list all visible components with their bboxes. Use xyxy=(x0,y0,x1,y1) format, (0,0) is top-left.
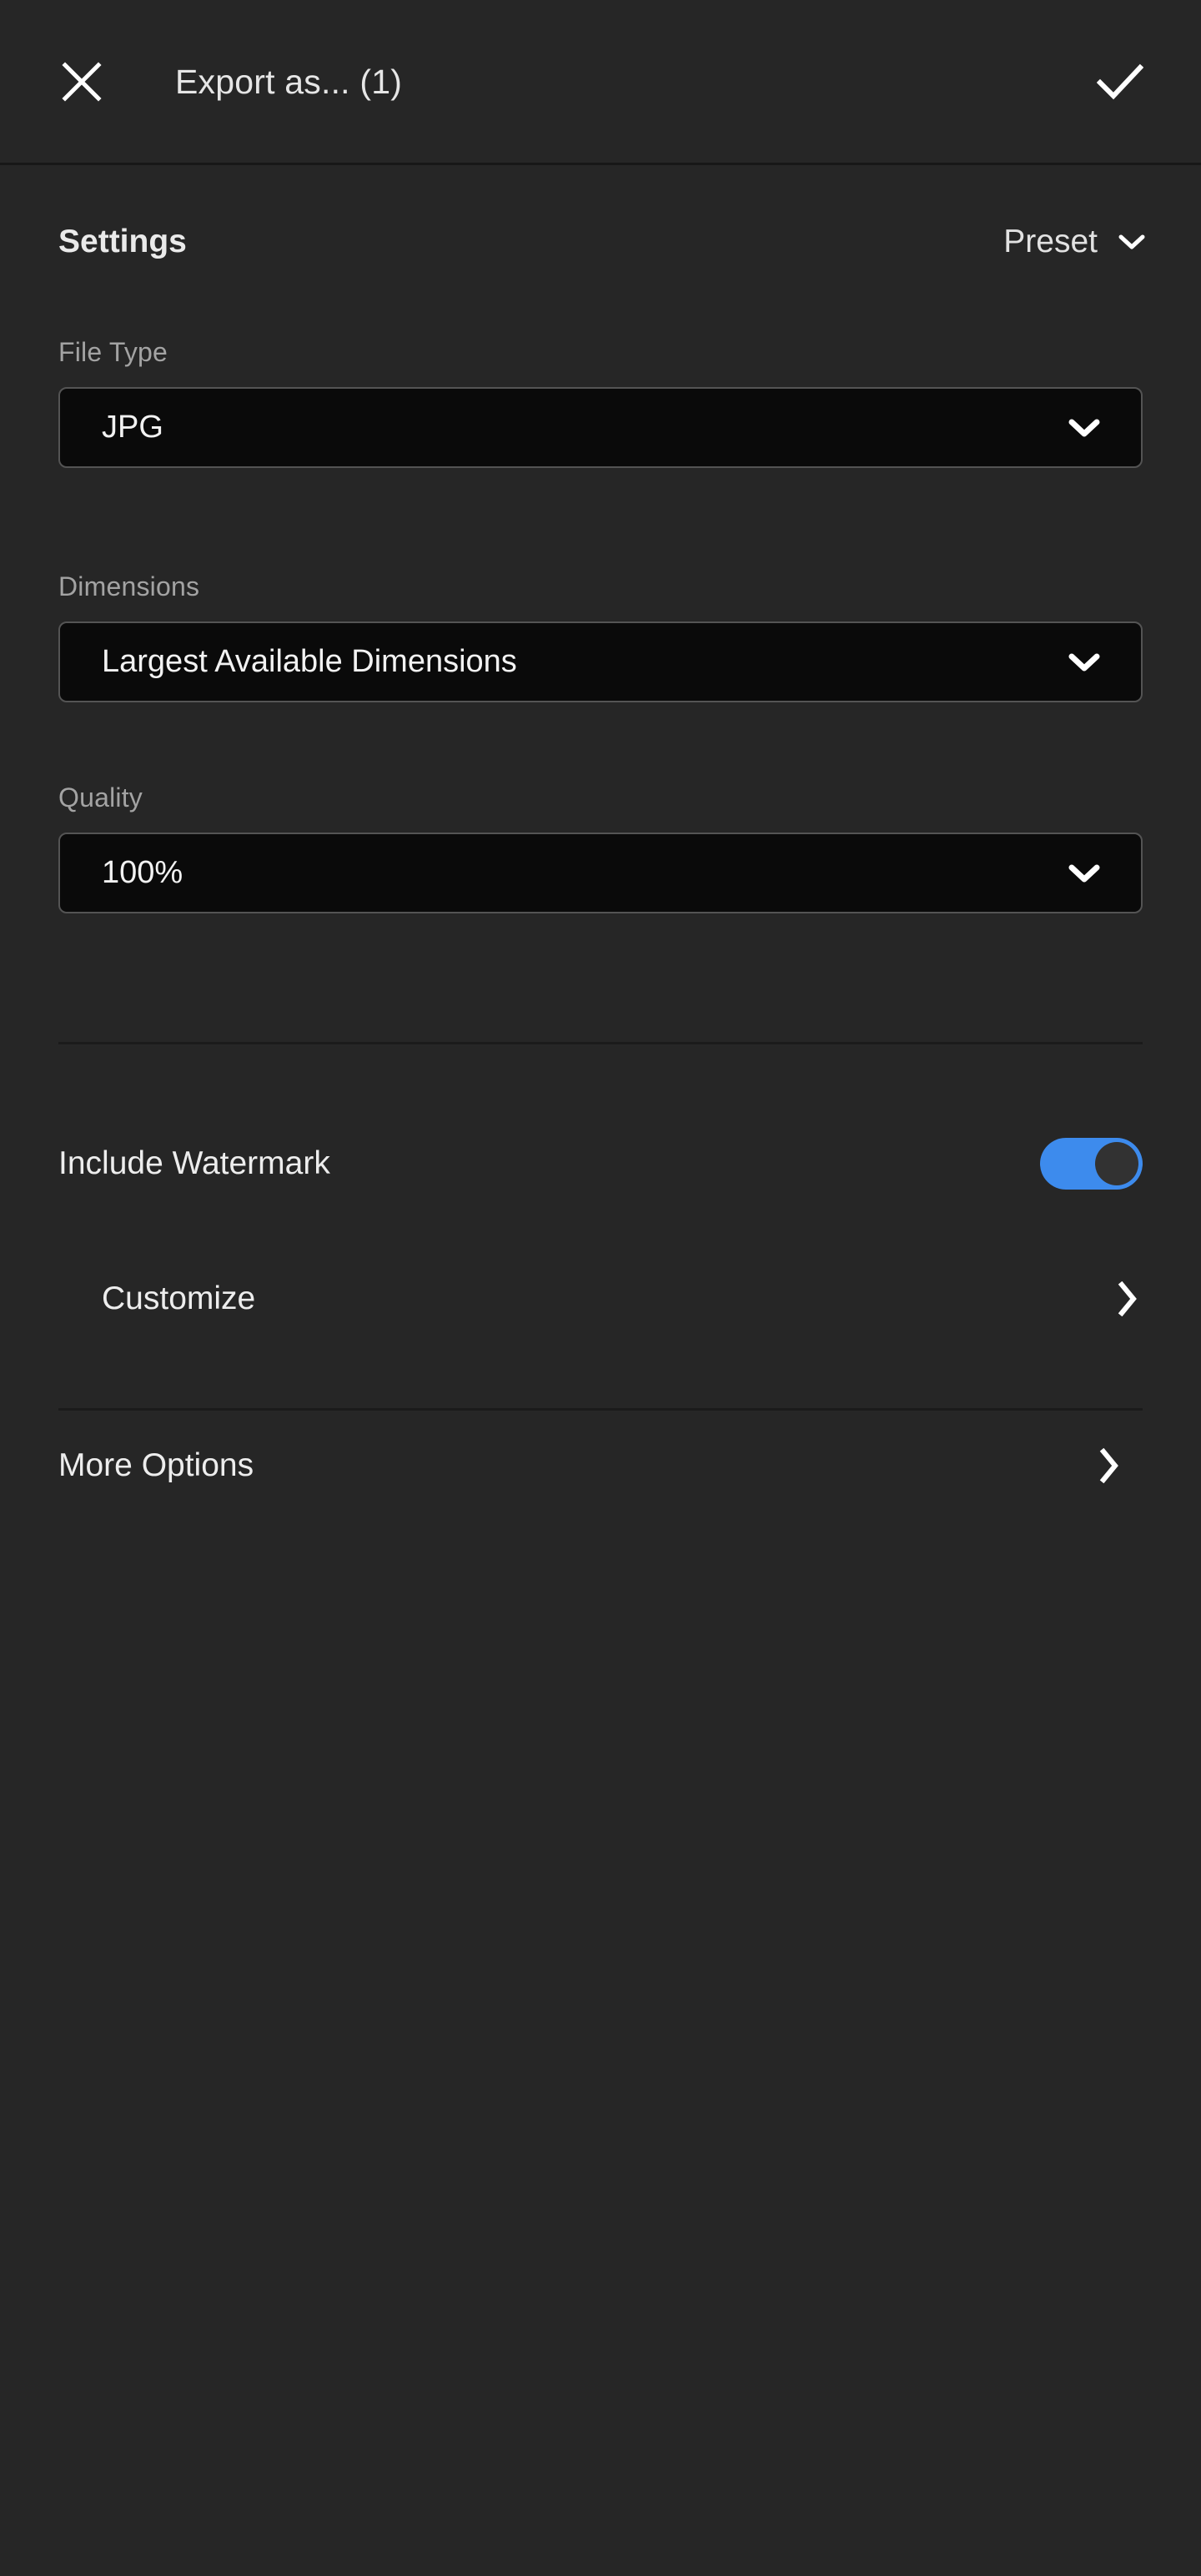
close-button[interactable] xyxy=(52,52,112,112)
dimensions-field: Dimensions Largest Available Dimensions xyxy=(58,571,1143,702)
dimensions-value: Largest Available Dimensions xyxy=(102,644,517,679)
preset-dropdown-button[interactable]: Preset xyxy=(1003,200,1163,284)
chevron-down-icon xyxy=(1068,863,1101,884)
quality-label: Quality xyxy=(58,782,143,813)
titlebar: Export as... (1) xyxy=(0,0,1201,164)
section-divider xyxy=(58,1042,1143,1044)
chevron-down-icon xyxy=(1068,417,1101,439)
include-watermark-toggle[interactable] xyxy=(1040,1138,1143,1190)
file-type-field: File Type JPG xyxy=(58,337,1143,468)
export-settings-panel: Export as... (1) Settings Preset File Ty… xyxy=(0,0,1201,2576)
chevron-down-icon xyxy=(1118,233,1146,251)
file-type-dropdown[interactable]: JPG xyxy=(58,387,1143,468)
file-type-label: File Type xyxy=(58,337,168,367)
preset-label: Preset xyxy=(1003,224,1098,259)
customize-label: Customize xyxy=(102,1280,256,1316)
customize-row[interactable]: Customize xyxy=(0,1257,1201,1341)
chevron-down-icon xyxy=(1068,652,1101,673)
header-separator xyxy=(0,163,1201,165)
file-type-value: JPG xyxy=(102,410,163,445)
quality-value: 100% xyxy=(102,855,183,890)
dimensions-dropdown[interactable]: Largest Available Dimensions xyxy=(58,621,1143,702)
quality-dropdown[interactable]: 100% xyxy=(58,833,1143,913)
include-watermark-row: Include Watermark xyxy=(0,1122,1201,1205)
chevron-right-icon xyxy=(1099,1448,1119,1483)
more-options-row[interactable]: More Options xyxy=(0,1424,1201,1507)
check-icon xyxy=(1097,63,1143,101)
toggle-knob xyxy=(1095,1142,1138,1185)
dimensions-label: Dimensions xyxy=(58,571,200,601)
quality-field: Quality 100% xyxy=(58,782,1143,913)
settings-header-row: Settings Preset xyxy=(0,200,1201,284)
settings-heading: Settings xyxy=(58,224,187,259)
section-divider xyxy=(58,1408,1143,1411)
chevron-right-icon xyxy=(1118,1281,1138,1316)
include-watermark-label: Include Watermark xyxy=(58,1145,330,1181)
close-icon xyxy=(60,60,103,103)
panel-title: Export as... (1) xyxy=(175,62,403,101)
more-options-label: More Options xyxy=(58,1447,254,1483)
confirm-button[interactable] xyxy=(1088,52,1153,112)
